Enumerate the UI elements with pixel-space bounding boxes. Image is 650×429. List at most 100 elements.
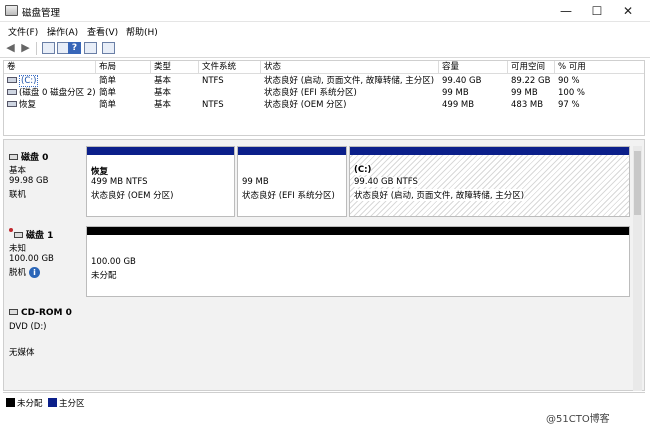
column-percent-free[interactable]: % 可用 (558, 62, 586, 74)
disk-1-label[interactable]: 磁盘 1 未知 100.00 GB 脱机 i (4, 224, 83, 296)
disk-0-kind: 基本 (9, 166, 27, 176)
disk-1-name: 磁盘 1 (9, 228, 53, 241)
legend: 未分配 主分区 (3, 392, 645, 410)
toolbar-separator (36, 42, 37, 55)
partition-c-drive[interactable]: (C:) 99.40 GB NTFS 状态良好 (启动, 页面文件, 故障转储,… (349, 146, 630, 217)
status-cell: 状态良好 (启动, 页面文件, 故障转储, 主分区) (264, 76, 435, 86)
free-space-cell: 99 MB (511, 88, 538, 98)
column-status[interactable]: 状态 (264, 62, 281, 74)
filesystem-cell: NTFS (202, 100, 224, 110)
partition-status: 状态良好 (启动, 页面文件, 故障转储, 主分区) (354, 189, 525, 201)
volume-icon (7, 76, 17, 83)
volume-name-cell: (C:) (7, 75, 39, 87)
column-divider[interactable] (554, 61, 555, 74)
unallocated-size: 100.00 GB (91, 257, 136, 267)
primary-partition-bar (238, 147, 346, 155)
disk-management-icon (5, 5, 18, 16)
menu-bar: 文件(F) 操作(A) 查看(V) 帮助(H) (0, 22, 650, 39)
properties-icon[interactable] (84, 42, 97, 54)
volume-icon (7, 88, 17, 95)
column-free-space[interactable]: 可用空间 (511, 62, 545, 74)
status-cell: 状态良好 (EFI 系统分区) (264, 88, 357, 98)
cd-drive-icon (9, 308, 18, 315)
disk-0-label[interactable]: 磁盘 0 基本 99.98 GB 联机 (4, 146, 83, 216)
offline-disk-icon (9, 228, 13, 232)
unallocated-space[interactable]: 100.00 GB 未分配 (86, 226, 630, 297)
graphical-view-icon[interactable] (102, 42, 115, 54)
info-icon[interactable]: i (29, 267, 41, 278)
partition-size: 99 MB (242, 177, 269, 187)
primary-partition-bar (350, 147, 629, 155)
hard-disk-icon (14, 231, 23, 238)
partition-status: 状态良好 (EFI 系统分区) (242, 191, 335, 201)
back-arrow-icon[interactable]: ◀ (4, 42, 17, 54)
volume-name: (磁盘 0 磁盘分区 2) (19, 88, 96, 98)
volume-name: (C:) (19, 75, 39, 87)
watermark: @51CTO博客 (546, 414, 610, 425)
volume-name-cell: (磁盘 0 磁盘分区 2) (7, 88, 96, 99)
column-filesystem[interactable]: 文件系统 (202, 62, 236, 74)
column-type[interactable]: 类型 (154, 62, 171, 74)
partition-efi[interactable]: 99 MB 状态良好 (EFI 系统分区) (237, 146, 347, 217)
window-title: 磁盘管理 (22, 8, 61, 19)
volume-name: 恢复 (19, 100, 37, 110)
minimize-button[interactable]: — (552, 0, 580, 22)
forward-arrow-icon[interactable]: ▶ (19, 42, 32, 54)
cdrom-0-kind: DVD (D:) (9, 322, 47, 332)
table-row[interactable]: (C:) 简单 基本 NTFS 状态良好 (启动, 页面文件, 故障转储, 主分… (4, 75, 644, 87)
column-divider[interactable] (260, 61, 261, 74)
toolbar: ◀ ▶ ? (0, 39, 650, 58)
disk-0-name: 磁盘 0 (9, 150, 48, 163)
unallocated-status: 未分配 (91, 271, 117, 281)
partition-recovery[interactable]: 恢复 499 MB NTFS 状态良好 (OEM 分区) (86, 146, 235, 217)
type-cell: 基本 (154, 76, 172, 86)
table-row[interactable]: (磁盘 0 磁盘分区 2) 简单 基本 状态良好 (EFI 系统分区) 99 M… (4, 88, 644, 99)
volume-list: 卷 布局 类型 文件系统 状态 容量 可用空间 % 可用 (C:) 简单 基本 … (3, 60, 645, 136)
capacity-cell: 99.40 GB (442, 76, 482, 86)
column-layout[interactable]: 布局 (99, 62, 116, 74)
column-capacity[interactable]: 容量 (442, 62, 459, 74)
vertical-scrollbar[interactable] (633, 146, 642, 391)
column-divider[interactable] (150, 61, 151, 74)
capacity-cell: 499 MB (442, 100, 475, 110)
disk-1-kind: 未知 (9, 244, 27, 254)
unallocated-bar (87, 227, 629, 235)
menu-view[interactable]: 查看(V) (87, 25, 118, 38)
percent-free-cell: 97 % (558, 100, 580, 110)
disk-1-size: 100.00 GB (9, 254, 54, 264)
layout-cell: 简单 (99, 100, 117, 110)
status-cell: 状态良好 (OEM 分区) (264, 100, 347, 110)
filesystem-cell: NTFS (202, 76, 224, 86)
column-divider[interactable] (198, 61, 199, 74)
free-space-cell: 483 MB (511, 100, 544, 110)
legend-primary-partition: 主分区 (59, 399, 85, 409)
column-volume[interactable]: 卷 (7, 62, 16, 74)
percent-free-cell: 100 % (558, 88, 586, 98)
maximize-button[interactable]: ☐ (583, 0, 611, 22)
partition-title: (C:) (354, 165, 372, 175)
column-divider[interactable] (438, 61, 439, 74)
legend-unallocated: 未分配 (17, 399, 43, 409)
volume-list-header: 卷 布局 类型 文件系统 状态 容量 可用空间 % 可用 (4, 61, 644, 74)
volume-icon (7, 100, 17, 107)
menu-file[interactable]: 文件(F) (8, 25, 38, 38)
partition-title: 恢复 (91, 167, 109, 177)
console-tree-icon[interactable] (42, 42, 55, 54)
help-icon[interactable]: ? (68, 42, 81, 54)
column-divider[interactable] (95, 61, 96, 74)
cdrom-0-state: 无媒体 (9, 348, 35, 358)
menu-action[interactable]: 操作(A) (47, 25, 78, 38)
cdrom-0-label[interactable]: CD-ROM 0 DVD (D:) 无媒体 (4, 304, 83, 364)
primary-partition-bar (87, 147, 234, 155)
table-row[interactable]: 恢复 简单 基本 NTFS 状态良好 (OEM 分区) 499 MB 483 M… (4, 100, 644, 111)
column-divider[interactable] (507, 61, 508, 74)
partition-size: 99.40 GB NTFS (354, 177, 418, 187)
close-button[interactable]: ✕ (614, 0, 642, 22)
scrollbar-thumb[interactable] (634, 151, 641, 215)
disk-1-state: 脱机 i (9, 266, 41, 278)
menu-help[interactable]: 帮助(H) (126, 25, 158, 38)
capacity-cell: 99 MB (442, 88, 469, 98)
volume-name-cell: 恢复 (7, 100, 36, 111)
disk-0-size: 99.98 GB (9, 176, 49, 186)
hard-disk-icon (9, 153, 18, 160)
